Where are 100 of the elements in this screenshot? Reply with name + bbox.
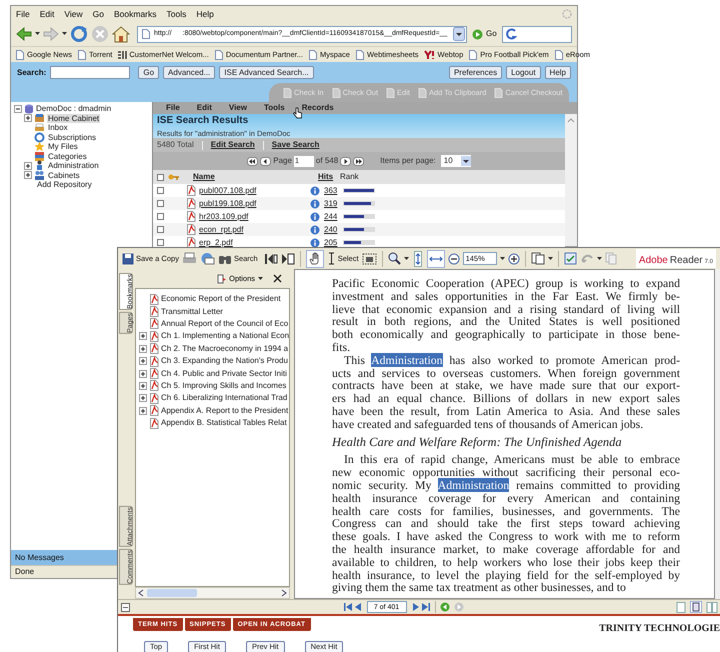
menu-item[interactable]: View (64, 8, 83, 20)
file-link[interactable]: hr203.109.pdf (199, 210, 310, 222)
scroll-left-icon[interactable] (138, 589, 144, 597)
results-link[interactable]: Edit Search (210, 139, 255, 151)
hand-icon[interactable] (306, 250, 324, 268)
pager-icon[interactable] (340, 156, 352, 166)
caret-icon[interactable] (596, 256, 602, 260)
expand-icon[interactable] (24, 114, 32, 122)
menu-item[interactable]: Edit (40, 8, 54, 20)
caret-icon[interactable] (500, 256, 505, 260)
first-page-icon[interactable] (342, 602, 352, 612)
zoom-out-icon[interactable] (448, 252, 460, 264)
results-link[interactable]: Save Search (272, 139, 320, 151)
caret-icon[interactable] (35, 32, 40, 36)
hits-link[interactable]: 244 (324, 210, 342, 222)
tree-item[interactable]: Subscriptions (47, 132, 98, 142)
bookmark-item[interactable]: Annual Report of the Council of Eco (161, 318, 288, 330)
expand-icon[interactable] (24, 171, 32, 180)
menu-item[interactable]: Records (302, 102, 334, 114)
search-button[interactable]: Go (138, 66, 160, 79)
bookmark-item[interactable]: Economic Report of the President (161, 293, 281, 306)
bookmark-item[interactable]: Ch 2. The Macroeconomy in 1994 a (161, 342, 288, 355)
bookmark-item[interactable]: Appendix B. Statistical Tables Relat (161, 417, 287, 430)
hits-link[interactable]: 363 (324, 184, 342, 196)
tree-item[interactable]: Inbox (47, 123, 69, 132)
menu-item[interactable]: Go (92, 8, 104, 20)
checkbox[interactable] (157, 200, 164, 207)
tree-item[interactable]: Categories (47, 152, 88, 161)
checkbox[interactable] (157, 187, 164, 194)
header-button[interactable]: Logout (506, 66, 541, 79)
pager-icon[interactable] (260, 156, 272, 166)
menu-item[interactable]: Tools (166, 8, 186, 20)
back-icon[interactable] (440, 602, 450, 612)
tree-item[interactable]: Administration (47, 161, 100, 170)
hits-link[interactable]: 205 (324, 236, 342, 248)
bookmark-item[interactable]: Transmittal Letter (161, 306, 223, 318)
file-link[interactable]: publ199.108.pdf (199, 198, 310, 210)
expand-icon[interactable] (139, 406, 147, 415)
next-page-icon[interactable] (410, 602, 420, 612)
menu-item[interactable]: View (228, 102, 247, 114)
close-icon[interactable] (273, 274, 282, 283)
expand-icon[interactable] (139, 332, 147, 340)
file-link[interactable]: erp_2.pdf (199, 236, 310, 248)
previous-view-icon[interactable] (264, 252, 278, 264)
info-icon[interactable] (310, 198, 320, 208)
checkbox[interactable] (157, 213, 164, 220)
fit-height-icon[interactable] (412, 250, 424, 266)
search-input[interactable] (50, 66, 130, 79)
expand-icon[interactable] (139, 357, 147, 366)
bookmark-item[interactable]: Ch 4. Public and Private Sector Initi (161, 368, 287, 380)
bookmark-item[interactable]: Ch 1. Implementing a National Econ (161, 330, 289, 342)
search-button[interactable]: Advanced... (163, 66, 216, 79)
go-button[interactable]: Go (470, 28, 499, 40)
last-page-icon[interactable] (420, 602, 430, 612)
tree-item[interactable]: Cabinets (47, 170, 81, 180)
expand-icon[interactable] (139, 370, 147, 378)
info-icon[interactable] (310, 186, 320, 196)
home-icon[interactable] (112, 26, 130, 42)
expand-icon[interactable] (24, 162, 32, 170)
magnifier-icon[interactable] (388, 252, 401, 265)
caret-icon[interactable] (404, 256, 409, 260)
info-icon[interactable] (310, 212, 320, 222)
next-view-icon[interactable] (280, 252, 295, 264)
scroll-right-icon[interactable] (281, 589, 287, 597)
checkbox[interactable] (157, 239, 164, 246)
panel-toggle-icon[interactable] (121, 602, 130, 612)
menu-item[interactable]: Tools (264, 102, 285, 114)
caret-icon[interactable] (62, 32, 67, 36)
expand-icon[interactable] (139, 394, 147, 402)
file-link[interactable]: publ007.108.pdf (199, 184, 310, 196)
menu-item[interactable]: File (166, 102, 180, 114)
zoom-in-icon[interactable] (508, 252, 520, 264)
search-field[interactable] (502, 26, 572, 42)
hits-link[interactable]: 319 (324, 198, 342, 210)
checkbox[interactable] (157, 226, 164, 233)
tree-item[interactable]: My Files (47, 142, 79, 152)
printer-icon[interactable] (182, 252, 197, 265)
camera-icon[interactable] (362, 252, 377, 264)
continuous-page-icon[interactable] (690, 601, 702, 613)
add-repository-link[interactable]: Add Repository (14, 180, 152, 190)
menu-item[interactable]: Edit (196, 102, 212, 114)
bookmark-item[interactable]: Ch 5. Improving Skills and Incomes (161, 380, 286, 392)
info-icon[interactable] (310, 238, 320, 248)
dropdown-icon[interactable] (453, 27, 465, 41)
menu-item[interactable]: Bookmarks (114, 8, 156, 20)
header-button[interactable]: Preferences (448, 66, 502, 79)
scroll-thumb[interactable] (147, 589, 197, 597)
pages-icon[interactable] (530, 252, 545, 265)
fit-width-icon[interactable] (426, 250, 445, 268)
per-page-select[interactable]: 10 (440, 155, 471, 167)
expand-icon[interactable] (139, 344, 147, 353)
search-button[interactable]: ISE Advanced Search... (219, 66, 314, 79)
bookmark-item[interactable]: Appendix A. Report to the President (161, 404, 288, 417)
caret-icon[interactable] (258, 276, 263, 280)
menu-item[interactable]: Help (196, 8, 214, 20)
info-icon[interactable] (310, 224, 320, 234)
collapse-icon[interactable] (14, 104, 22, 113)
hits-link[interactable]: 240 (324, 224, 342, 236)
expand-icon[interactable] (139, 382, 147, 390)
back-arrow-icon[interactable] (16, 27, 32, 41)
